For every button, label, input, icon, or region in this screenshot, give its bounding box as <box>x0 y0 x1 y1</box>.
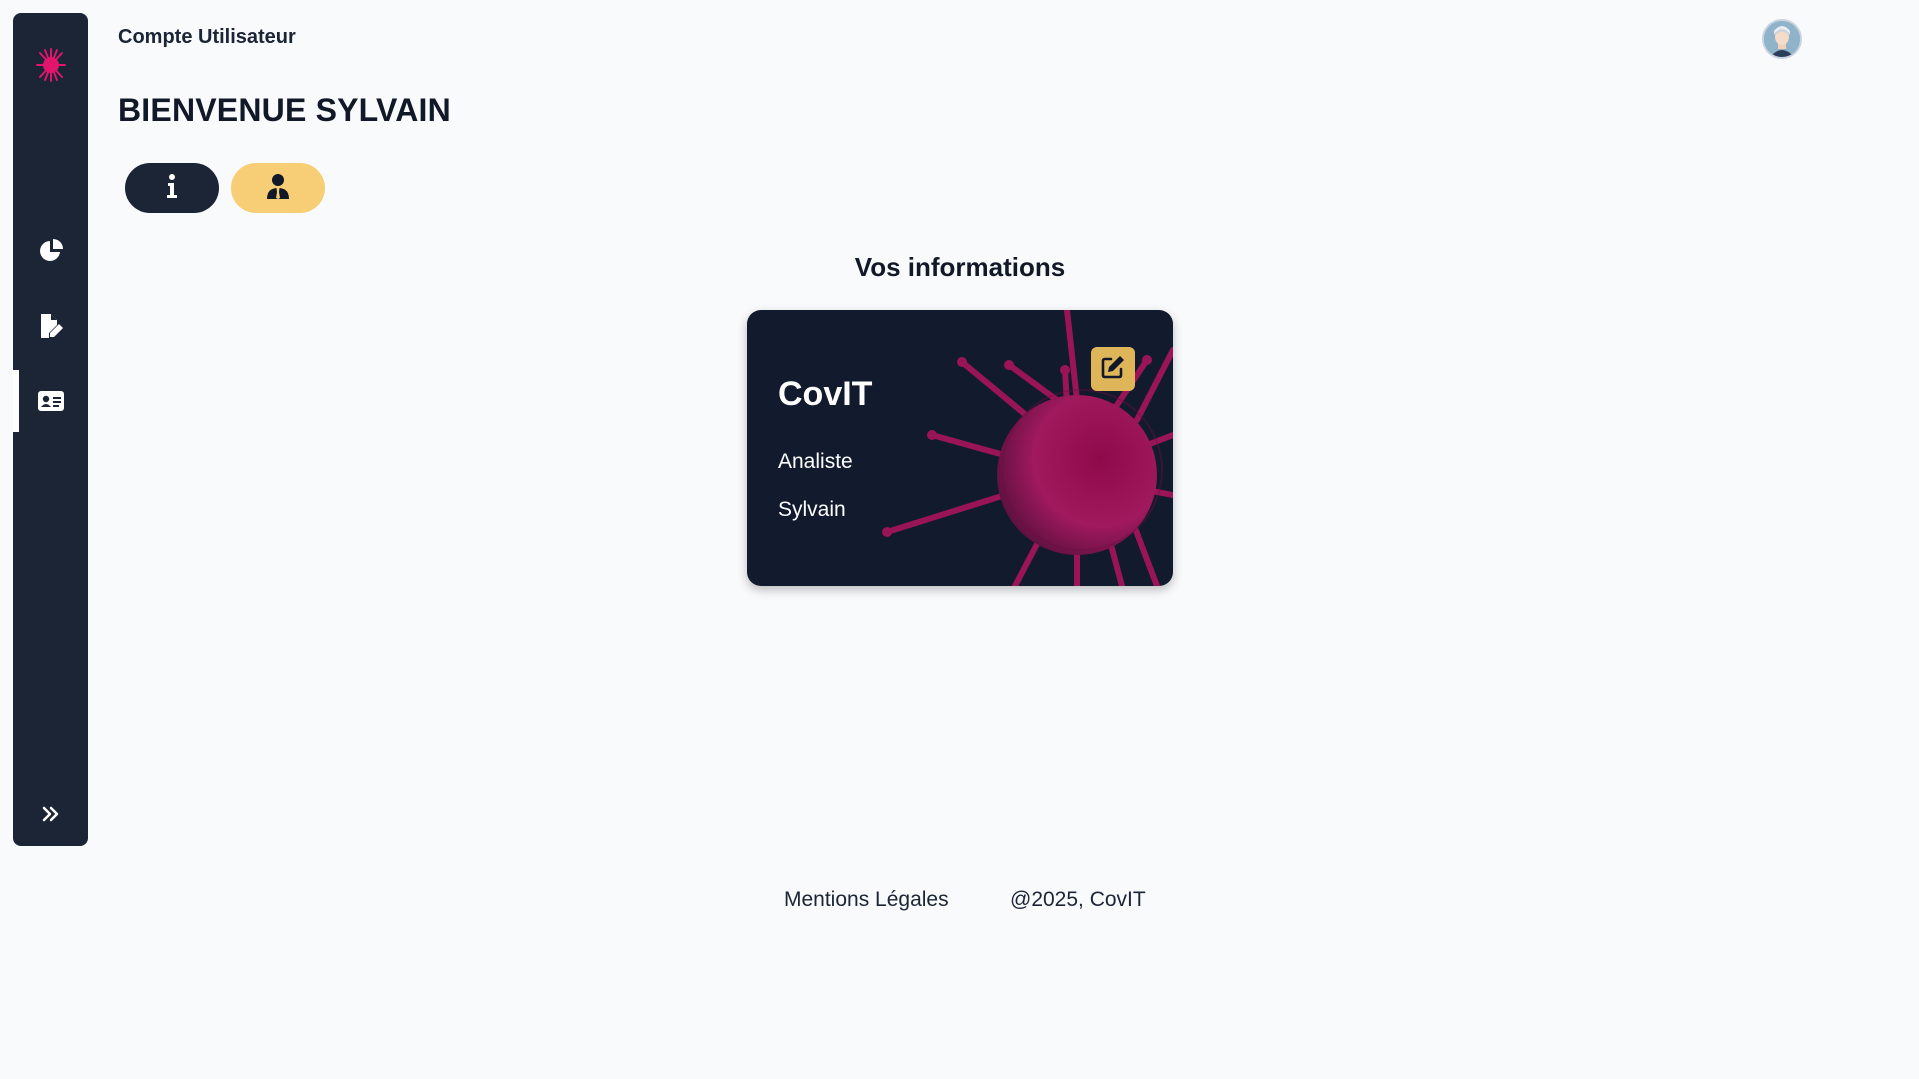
section-title: Vos informations <box>854 252 1066 282</box>
tab-info[interactable] <box>125 163 219 213</box>
sidebar <box>13 13 88 846</box>
user-info-card: CovIT Analiste Sylvain <box>747 310 1173 586</box>
covit-logo-icon[interactable] <box>33 45 69 85</box>
avatar[interactable] <box>1762 19 1802 59</box>
page-title: Compte Utilisateur <box>118 26 296 48</box>
double-chevron-right-icon <box>41 804 61 824</box>
sidebar-item-account[interactable] <box>13 370 88 432</box>
file-edit-icon <box>37 312 65 340</box>
edit-button[interactable] <box>1091 347 1135 391</box>
user-tie-icon <box>266 173 290 204</box>
welcome-heading: BIENVENUE SYLVAIN <box>118 92 451 128</box>
pie-chart-icon <box>38 238 64 264</box>
id-card-icon <box>37 390 65 412</box>
tab-profile[interactable] <box>231 163 325 213</box>
footer-legal-link[interactable]: Mentions Légales <box>784 888 949 912</box>
footer-copyright: @2025, CovIT <box>1010 888 1146 911</box>
card-role: Analiste <box>778 450 853 473</box>
sidebar-item-report[interactable] <box>13 295 88 357</box>
sidebar-item-stats[interactable] <box>13 220 88 282</box>
card-name: Sylvain <box>778 498 846 521</box>
expand-sidebar-button[interactable] <box>13 783 88 845</box>
edit-icon <box>1100 354 1126 385</box>
info-icon <box>165 173 179 204</box>
card-brand: CovIT <box>778 375 873 413</box>
